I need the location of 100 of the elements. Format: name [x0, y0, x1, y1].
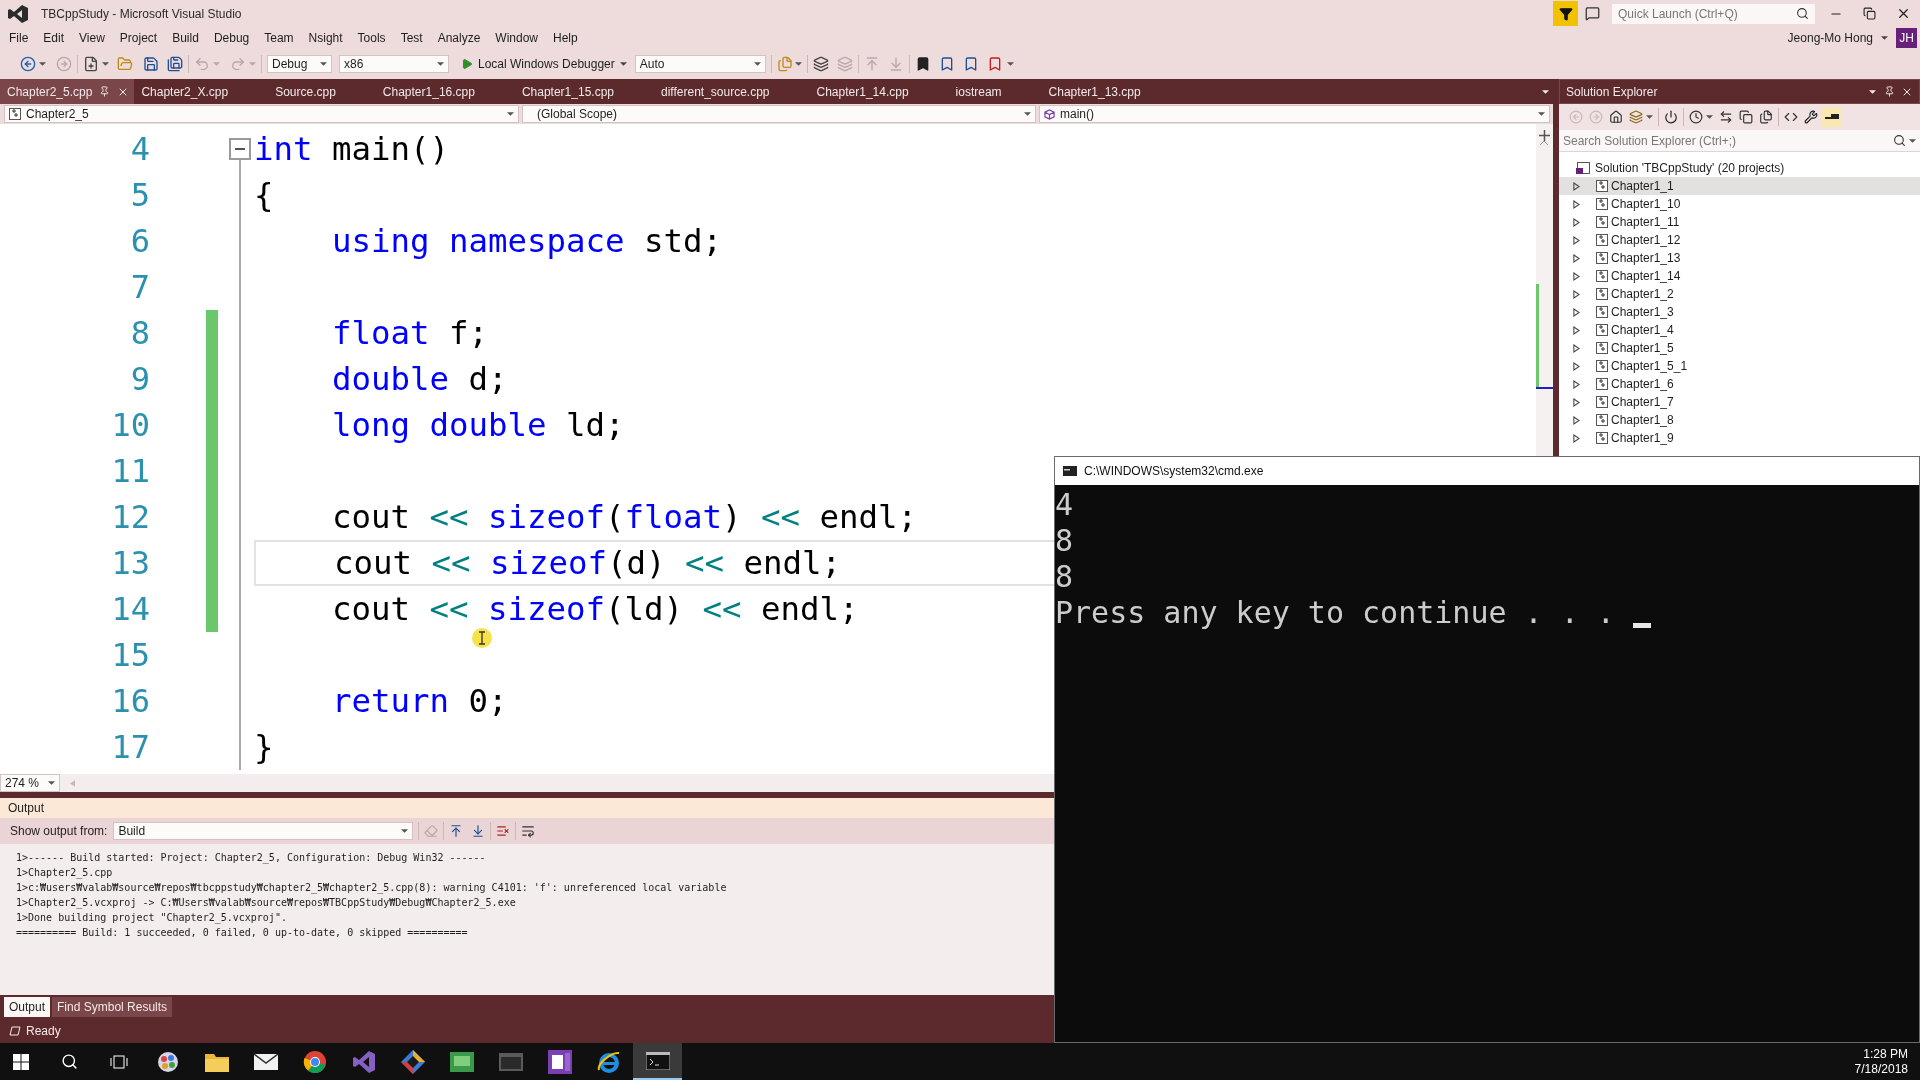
file-plus-icon[interactable] — [83, 56, 99, 72]
triangle-right-icon[interactable] — [1573, 181, 1580, 191]
arrow-down-to-line-icon[interactable] — [471, 824, 486, 838]
tree-item[interactable]: Chapter1_11 — [1559, 213, 1920, 231]
menu-item[interactable]: Project — [119, 29, 158, 47]
member-dropdown[interactable]: main() — [1039, 105, 1550, 123]
menu-item[interactable]: Nsight — [308, 29, 343, 47]
restore-icon[interactable] — [1863, 7, 1876, 20]
tree-item[interactable]: Chapter1_2 — [1559, 285, 1920, 303]
triangle-right-icon[interactable] — [1573, 217, 1580, 227]
triangle-right-icon[interactable] — [1573, 253, 1580, 263]
tree-item[interactable]: Chapter1_14 — [1559, 267, 1920, 285]
menu-item[interactable]: File — [9, 29, 29, 47]
platform-dropdown[interactable]: x86 — [339, 55, 449, 73]
menu-item[interactable]: Edit — [43, 29, 65, 47]
panel-tab[interactable]: Output — [4, 997, 51, 1017]
search-icon[interactable] — [1893, 134, 1906, 147]
tree-item[interactable]: Chapter1_4 — [1559, 321, 1920, 339]
document-tab[interactable]: iostream — [948, 79, 1042, 104]
files-icon[interactable] — [1759, 110, 1773, 124]
stacked-squares-icon[interactable] — [1739, 110, 1753, 124]
document-tab[interactable]: Chapter1_13.cpp — [1041, 79, 1181, 104]
triangle-right-icon[interactable] — [1573, 271, 1580, 281]
document-tab[interactable]: Chapter2_X.cpp — [134, 79, 269, 104]
menu-item[interactable]: View — [79, 29, 105, 47]
close-icon[interactable] — [1896, 6, 1911, 21]
minus-box-icon[interactable] — [229, 138, 251, 160]
tree-item[interactable]: Chapter1_8 — [1559, 411, 1920, 429]
user-avatar[interactable]: JH — [1896, 28, 1917, 48]
target-dropdown[interactable]: Auto — [634, 55, 766, 73]
document-tab[interactable]: Chapter1_16.cpp — [375, 79, 515, 104]
project-dropdown[interactable]: Chapter2_5 — [4, 105, 519, 123]
triangle-right-icon[interactable] — [1573, 289, 1580, 299]
layers-icon[interactable] — [812, 56, 829, 72]
menu-item[interactable]: Test — [400, 29, 423, 47]
layers-icon[interactable] — [1629, 110, 1643, 124]
start-debugging-button[interactable]: Local Windows Debugger — [459, 53, 629, 75]
swap-arrows-icon[interactable] — [1719, 110, 1733, 124]
triangle-right-icon[interactable] — [1573, 433, 1580, 443]
wrench-icon[interactable] — [1804, 110, 1818, 124]
back-icon[interactable] — [20, 56, 36, 72]
search-icon[interactable] — [61, 1053, 78, 1070]
menu-item[interactable]: Team — [264, 29, 294, 47]
tree-item[interactable]: Chapter1_5 — [1559, 339, 1920, 357]
arrow-up-to-line-icon[interactable] — [449, 824, 464, 838]
task-view-icon[interactable] — [109, 1053, 128, 1070]
pin-icon[interactable] — [1884, 86, 1895, 97]
output-source-dropdown[interactable]: Build — [113, 822, 414, 840]
menu-item[interactable]: Window — [495, 29, 539, 47]
document-tab[interactable]: Source.cpp — [268, 79, 376, 104]
clock-date[interactable]: 7/18/2018 — [1854, 1061, 1908, 1077]
windows-logo-icon[interactable] — [12, 1053, 29, 1070]
tree-item[interactable]: Chapter1_10 — [1559, 195, 1920, 213]
menu-item[interactable]: Help — [553, 29, 578, 47]
triangle-right-icon[interactable] — [1573, 397, 1580, 407]
scope-dropdown[interactable]: (Global Scope) — [522, 105, 1036, 123]
menu-item[interactable]: Build — [172, 29, 199, 47]
triangle-right-icon[interactable] — [1573, 379, 1580, 389]
user-name[interactable]: Jeong-Mo Hong — [1787, 29, 1873, 47]
save-all-icon[interactable] — [167, 56, 183, 72]
menu-item[interactable]: Tools — [357, 29, 386, 47]
code-icon[interactable] — [1784, 110, 1798, 124]
speech-bubble-icon[interactable] — [1585, 6, 1600, 21]
funnel-icon[interactable] — [1553, 1, 1578, 26]
home-icon[interactable] — [1609, 110, 1623, 124]
tree-item[interactable]: Chapter1_7 — [1559, 393, 1920, 411]
tree-item[interactable]: Chapter1_6 — [1559, 375, 1920, 393]
dash-bar-icon[interactable] — [1822, 107, 1842, 127]
zoom-dropdown[interactable]: 274 % — [0, 774, 60, 792]
tree-item[interactable]: Chapter1_13 — [1559, 249, 1920, 267]
panel-tab[interactable]: Find Symbol Results — [52, 997, 173, 1017]
tree-item[interactable]: Chapter1_12 — [1559, 231, 1920, 249]
document-tab[interactable]: Chapter1_15.cpp — [514, 79, 654, 104]
list-x-icon[interactable] — [496, 824, 511, 838]
configuration-dropdown[interactable]: Debug — [267, 55, 332, 73]
document-tab[interactable]: different_source.cpp — [654, 79, 810, 104]
triangle-right-icon[interactable] — [1573, 361, 1580, 371]
menu-item[interactable]: Debug — [213, 29, 250, 47]
triangle-right-icon[interactable] — [1573, 325, 1580, 335]
triangle-right-icon[interactable] — [1573, 343, 1580, 353]
triangle-right-icon[interactable] — [1573, 307, 1580, 317]
power-icon[interactable] — [1664, 110, 1678, 124]
clock-icon[interactable] — [1689, 110, 1703, 124]
triangle-right-icon[interactable] — [1573, 199, 1580, 209]
wrap-text-icon[interactable] — [521, 824, 536, 838]
tree-item[interactable]: Chapter1_5_1 — [1559, 357, 1920, 375]
menu-item[interactable]: Analyze — [437, 29, 481, 47]
search-icon[interactable] — [1796, 7, 1809, 20]
save-icon[interactable] — [143, 56, 159, 72]
triangle-right-icon[interactable] — [1573, 415, 1580, 425]
tree-item[interactable]: Chapter1_3 — [1559, 303, 1920, 321]
clock-time[interactable]: 1:28 PM — [1863, 1046, 1908, 1062]
taskbar-button[interactable] — [633, 1043, 682, 1080]
document-tab[interactable]: Chapter1_14.cpp — [809, 79, 949, 104]
pin-icon[interactable] — [99, 86, 111, 97]
tree-item[interactable]: Chapter1_9 — [1559, 429, 1920, 447]
document-tab[interactable]: Chapter2_5.cpp — [0, 79, 135, 104]
triangle-right-icon[interactable] — [1573, 235, 1580, 245]
plus-icon[interactable] — [1539, 130, 1550, 141]
tree-item[interactable]: Solution 'TBCppStudy' (20 projects) — [1559, 159, 1920, 177]
